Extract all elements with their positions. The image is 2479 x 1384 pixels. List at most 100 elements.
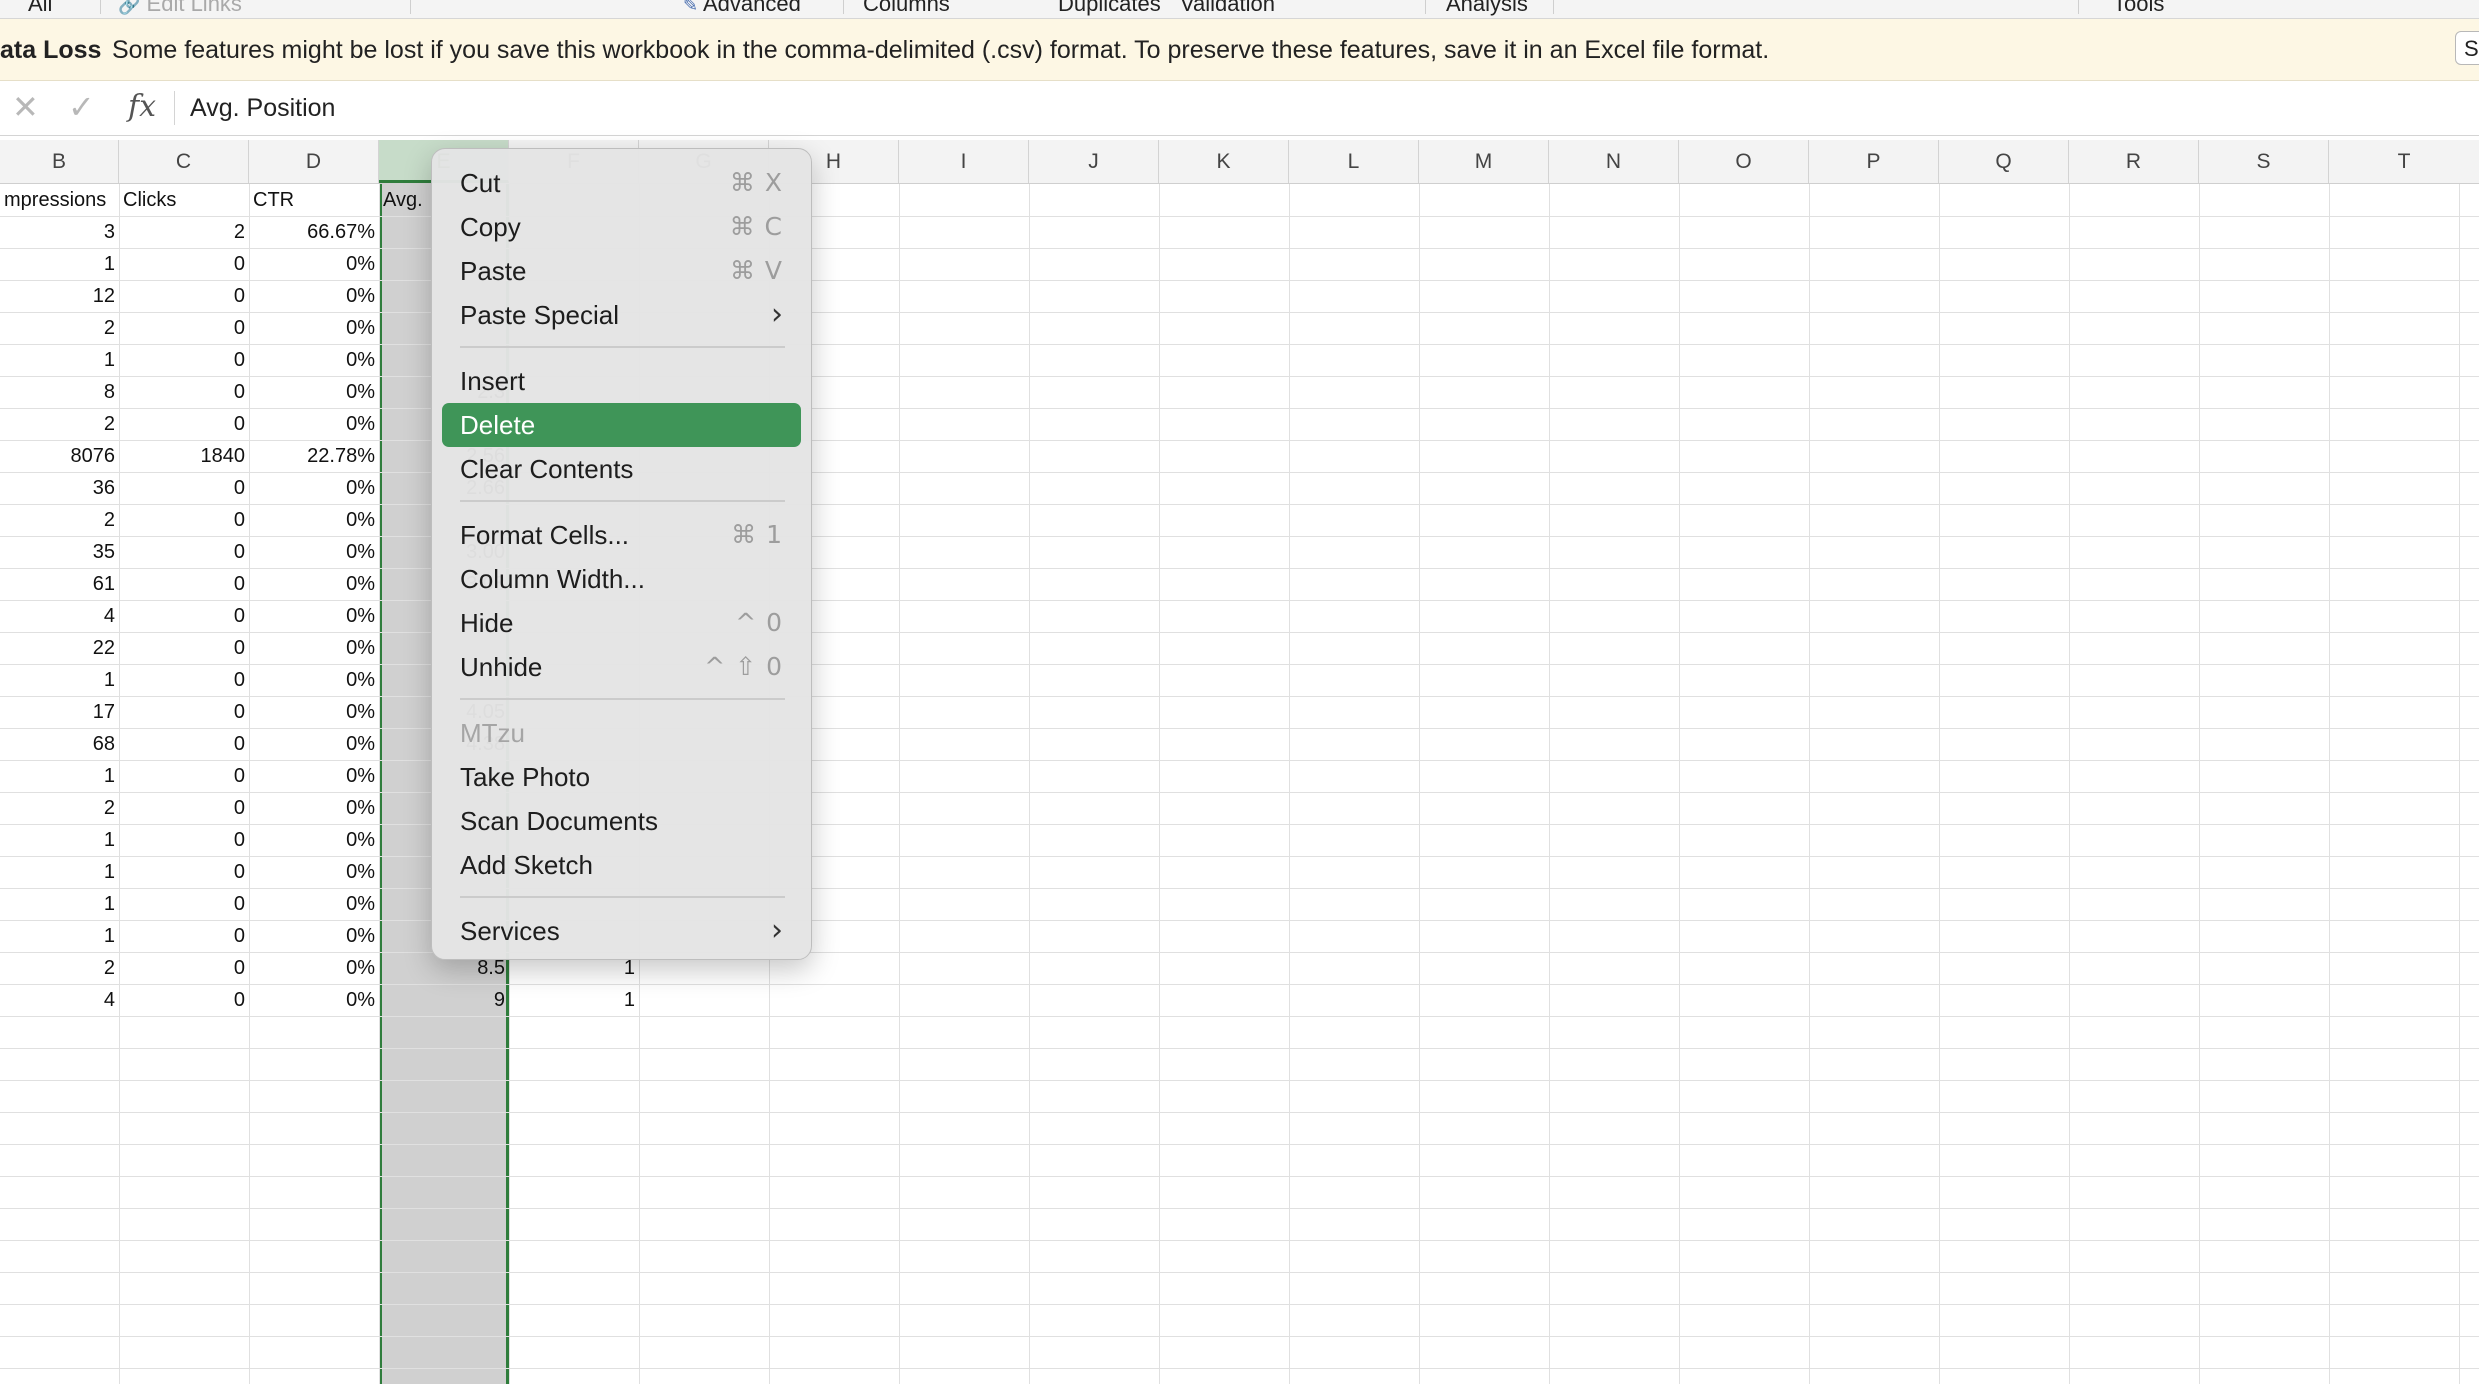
column-header-b[interactable]: B xyxy=(0,140,119,183)
table-cell-c[interactable]: 0 xyxy=(119,248,249,280)
table-cell-c[interactable]: 0 xyxy=(119,344,249,376)
column-header-r[interactable]: R xyxy=(2069,140,2199,183)
spreadsheet-grid[interactable]: mpressions Clicks CTR Avg. 3 2 66.67% 1 0 0% 12 0 0%… xyxy=(0,184,2479,1384)
table-cell-b[interactable]: 1 xyxy=(0,760,119,792)
menu-item-delete[interactable]: Delete xyxy=(442,403,801,447)
table-cell-d[interactable]: 0% xyxy=(249,472,379,504)
menu-item-paste-special[interactable]: Paste Special › xyxy=(442,293,801,337)
table-cell-b[interactable]: 2 xyxy=(0,408,119,440)
column-header-j[interactable]: J xyxy=(1029,140,1159,183)
table-cell-c[interactable]: 0 xyxy=(119,920,249,952)
table-cell-d[interactable]: 0% xyxy=(249,856,379,888)
table-cell-b[interactable]: 4 xyxy=(0,984,119,1016)
menu-item-add-sketch[interactable]: Add Sketch xyxy=(442,843,801,887)
column-header-p[interactable]: P xyxy=(1809,140,1939,183)
menu-item-cut[interactable]: Cut ⌘ X xyxy=(442,161,801,205)
table-cell-b[interactable]: 35 xyxy=(0,536,119,568)
table-cell-c[interactable]: 0 xyxy=(119,504,249,536)
column-header-n[interactable]: N xyxy=(1549,140,1679,183)
table-cell-d[interactable]: 0% xyxy=(249,728,379,760)
table-cell-c[interactable]: 0 xyxy=(119,760,249,792)
table-cell-c[interactable]: 0 xyxy=(119,472,249,504)
table-cell-d[interactable]: 0% xyxy=(249,568,379,600)
table-cell-b[interactable]: 2 xyxy=(0,504,119,536)
menu-item-paste[interactable]: Paste ⌘ V xyxy=(442,249,801,293)
table-cell-c[interactable]: 0 xyxy=(119,568,249,600)
table-cell-c[interactable]: 1840 xyxy=(119,440,249,472)
menu-item-services[interactable]: Services › xyxy=(442,909,801,953)
table-cell-c[interactable]: 0 xyxy=(119,952,249,984)
table-cell-d[interactable]: 0% xyxy=(249,792,379,824)
column-header-l[interactable]: L xyxy=(1289,140,1419,183)
column-header-i[interactable]: I xyxy=(899,140,1029,183)
table-cell-c[interactable]: 0 xyxy=(119,536,249,568)
ribbon-analysis-button[interactable]: Analysis xyxy=(1446,0,1528,17)
table-cell-b[interactable]: 61 xyxy=(0,568,119,600)
table-cell-b[interactable]: 2 xyxy=(0,952,119,984)
table-cell-b[interactable]: 1 xyxy=(0,344,119,376)
formula-input[interactable]: Avg. Position xyxy=(190,94,335,123)
table-cell-b[interactable]: 22 xyxy=(0,632,119,664)
menu-item-column-width[interactable]: Column Width... xyxy=(442,557,801,601)
table-cell-d[interactable]: 0% xyxy=(249,920,379,952)
header-cell-c[interactable]: Clicks xyxy=(119,184,249,216)
checkmark-icon[interactable]: ✓ xyxy=(68,87,95,127)
table-cell-d[interactable]: 22.78% xyxy=(249,440,379,472)
table-cell-d[interactable]: 0% xyxy=(249,280,379,312)
table-cell-d[interactable]: 0% xyxy=(249,888,379,920)
table-cell-d[interactable]: 66.67% xyxy=(249,216,379,248)
column-header-t[interactable]: T xyxy=(2329,140,2479,183)
table-cell-b[interactable]: 8 xyxy=(0,376,119,408)
table-cell-c[interactable]: 0 xyxy=(119,280,249,312)
table-cell-d[interactable]: 0% xyxy=(249,376,379,408)
table-cell-d[interactable]: 0% xyxy=(249,696,379,728)
menu-item-scan-documents[interactable]: Scan Documents xyxy=(442,799,801,843)
table-cell-b[interactable]: 17 xyxy=(0,696,119,728)
table-cell-e[interactable]: 9 xyxy=(379,984,509,1016)
table-cell-c[interactable]: 0 xyxy=(119,696,249,728)
menu-item-unhide[interactable]: Unhide ^ ⇧ 0 xyxy=(442,645,801,689)
table-cell-c[interactable]: 0 xyxy=(119,664,249,696)
menu-item-clear-contents[interactable]: Clear Contents xyxy=(442,447,801,491)
table-cell-c[interactable]: 0 xyxy=(119,728,249,760)
table-cell-g[interactable]: 1 xyxy=(509,984,639,1016)
table-cell-d[interactable]: 0% xyxy=(249,760,379,792)
table-cell-b[interactable]: 1 xyxy=(0,248,119,280)
ribbon-advanced-button[interactable]: ✎ Advanced xyxy=(683,0,801,17)
table-cell-d[interactable]: 0% xyxy=(249,248,379,280)
ribbon-tools-button[interactable]: Tools xyxy=(2113,0,2164,17)
table-cell-b[interactable]: 1 xyxy=(0,824,119,856)
table-cell-c[interactable]: 0 xyxy=(119,888,249,920)
table-cell-b[interactable]: 1 xyxy=(0,664,119,696)
table-cell-b[interactable]: 1 xyxy=(0,888,119,920)
table-cell-d[interactable]: 0% xyxy=(249,408,379,440)
table-cell-b[interactable]: 3 xyxy=(0,216,119,248)
table-cell-c[interactable]: 0 xyxy=(119,984,249,1016)
table-cell-b[interactable]: 12 xyxy=(0,280,119,312)
table-cell-b[interactable]: 68 xyxy=(0,728,119,760)
column-header-k[interactable]: K xyxy=(1159,140,1289,183)
table-cell-b[interactable]: 1 xyxy=(0,856,119,888)
table-cell-b[interactable]: 2 xyxy=(0,312,119,344)
table-cell-b[interactable]: 4 xyxy=(0,600,119,632)
ribbon-validation-button[interactable]: Validation xyxy=(1180,0,1275,17)
table-cell-d[interactable]: 0% xyxy=(249,824,379,856)
table-cell-d[interactable]: 0% xyxy=(249,664,379,696)
table-cell-c[interactable]: 0 xyxy=(119,824,249,856)
header-cell-d[interactable]: CTR xyxy=(249,184,379,216)
table-cell-c[interactable]: 2 xyxy=(119,216,249,248)
menu-item-format-cells[interactable]: Format Cells... ⌘ 1 xyxy=(442,513,801,557)
table-cell-b[interactable]: 8076 xyxy=(0,440,119,472)
table-cell-c[interactable]: 0 xyxy=(119,408,249,440)
ribbon-duplicates-button[interactable]: Duplicates xyxy=(1058,0,1161,17)
table-cell-c[interactable]: 0 xyxy=(119,312,249,344)
banner-save-as-button[interactable]: S xyxy=(2455,31,2479,65)
table-cell-d[interactable]: 0% xyxy=(249,632,379,664)
column-header-c[interactable]: C xyxy=(119,140,249,183)
menu-item-take-photo[interactable]: Take Photo xyxy=(442,755,801,799)
table-cell-d[interactable]: 0% xyxy=(249,344,379,376)
column-header-d[interactable]: D xyxy=(249,140,379,183)
column-header-m[interactable]: M xyxy=(1419,140,1549,183)
table-cell-d[interactable]: 0% xyxy=(249,312,379,344)
menu-item-copy[interactable]: Copy ⌘ C xyxy=(442,205,801,249)
